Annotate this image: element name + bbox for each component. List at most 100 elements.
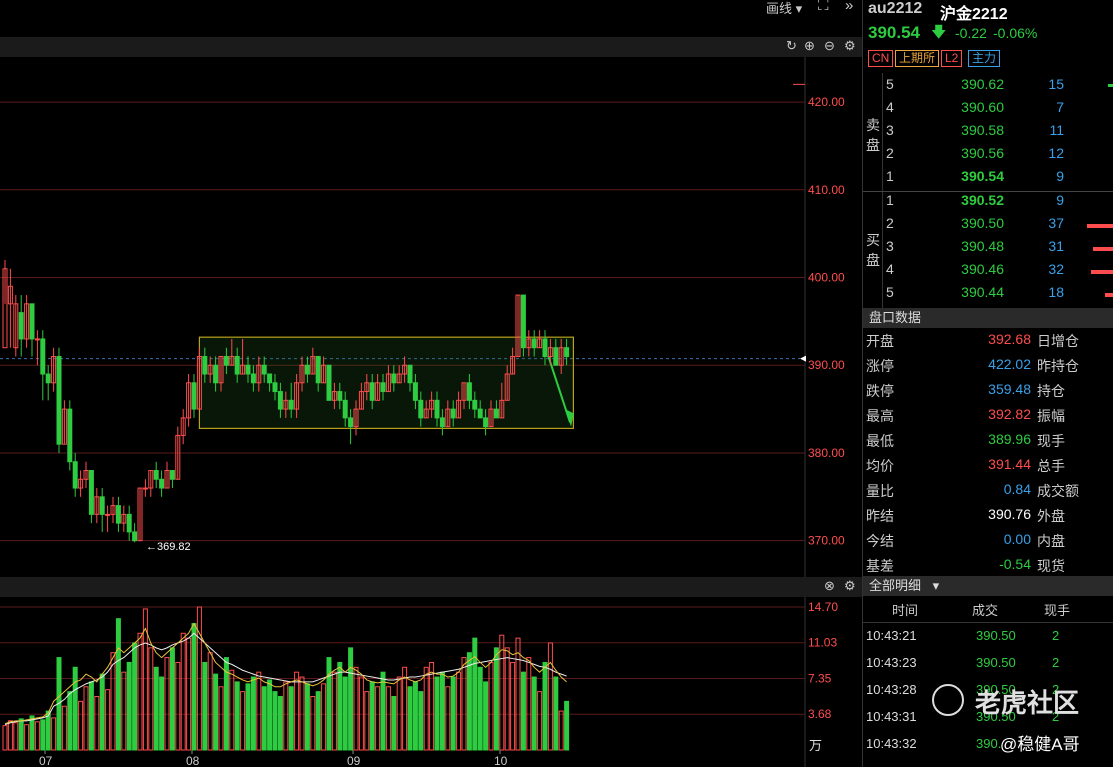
bid-level-row[interactable]: 5 390.44 18: [882, 284, 1113, 307]
more-icon[interactable]: »: [845, 0, 853, 14]
candle-body: [202, 355, 208, 375]
trade-row: 10:43:21 390.50 2: [866, 628, 1113, 655]
price-grid: [0, 57, 806, 577]
price-tick-label: 370.00: [808, 534, 845, 548]
chevron-down-icon: ▾: [932, 578, 940, 593]
volume-bar: [294, 671, 300, 751]
trade-price: 390.50: [976, 655, 1016, 670]
volume-bar: [423, 666, 429, 751]
stat-value: 391.44: [988, 456, 1031, 472]
volume-bar: [99, 673, 105, 751]
contract-code: au2212: [868, 0, 923, 17]
settings-icon[interactable]: ⚙: [844, 38, 856, 54]
zoom-out-icon[interactable]: ⊖: [824, 38, 835, 54]
bid-depth-bar: [1087, 224, 1113, 228]
market-badge: 主力: [968, 50, 1001, 67]
candle-body: [223, 355, 229, 366]
volume-bar: [83, 686, 89, 751]
volume-bar: [337, 661, 343, 751]
close-icon[interactable]: ⊗: [824, 578, 835, 594]
volume-bar: [493, 647, 499, 751]
sell-side-label: 卖盘: [866, 117, 880, 153]
candle-body: [439, 417, 445, 428]
stat-value: 0.84: [1003, 481, 1031, 497]
volume-bar: [24, 724, 30, 751]
price-tick-label: 380.00: [808, 446, 845, 460]
candle-body: [34, 338, 40, 341]
bid-level-row[interactable]: 4 390.46 32: [882, 261, 1113, 284]
stat-value: 0.00: [1003, 531, 1031, 547]
volume-bar: [272, 691, 278, 751]
stat-label-secondary: 持仓: [1037, 383, 1065, 399]
ask-level-row[interactable]: 4 390.60 7: [882, 99, 1113, 122]
volume-bar: [277, 695, 283, 751]
bid-depth-bar: [1093, 247, 1113, 251]
volume-bar: [18, 718, 24, 751]
volume-bar: [234, 681, 240, 751]
volume-bar: [564, 700, 570, 751]
stat-value: 389.96: [988, 431, 1031, 447]
volume-bar: [515, 637, 521, 751]
reset-icon[interactable]: ↻: [786, 38, 797, 54]
candle-body: [40, 338, 46, 375]
stat-label-secondary: 振幅: [1037, 408, 1065, 424]
candle-body: [337, 391, 343, 401]
volume-bar: [153, 666, 159, 751]
market-badge: CN: [868, 50, 894, 67]
volume-bar: [126, 661, 132, 751]
ask-depth-bar: [1108, 84, 1113, 87]
volume-bar: [369, 681, 375, 751]
volume-bar: [445, 686, 451, 751]
volume-bar: [472, 637, 478, 751]
volume-bar: [396, 676, 402, 751]
market-badge: L2: [941, 50, 963, 67]
fullscreen-icon[interactable]: ⛶: [818, 0, 829, 14]
volume-bar: [407, 686, 413, 751]
candle-body: [18, 312, 24, 340]
candle-body: [288, 399, 294, 410]
volume-bar: [331, 671, 337, 751]
volume-bar: [29, 715, 35, 751]
volume-bar: [40, 719, 46, 751]
candle-body: [99, 496, 105, 515]
volume-bar: [94, 695, 100, 751]
ask-level-row[interactable]: 2 390.56 12: [882, 145, 1113, 168]
trades-title: 全部明细: [869, 578, 922, 593]
bid-level-row[interactable]: 2 390.50 37: [882, 215, 1113, 238]
volume-bar: [450, 676, 456, 751]
volume-settings-icon[interactable]: ⚙: [844, 578, 856, 594]
stat-value: -0.54: [999, 556, 1031, 572]
contract-name: 沪金2212: [940, 6, 1008, 23]
ask-level-row[interactable]: 3 390.58 11: [882, 122, 1113, 145]
candlestick-chart[interactable]: 420.00 410.00 400.00 390.00 380.00 370.00: [0, 57, 862, 577]
stat-label-secondary: 成交额: [1037, 483, 1079, 499]
ask-level-row[interactable]: 5 390.62 15: [882, 76, 1113, 99]
level-price: 390.54: [961, 168, 1004, 184]
trade-volume: 2: [1052, 655, 1060, 670]
volume-bar: [466, 652, 472, 751]
candle-body: [520, 294, 526, 349]
candle-body: [105, 513, 111, 516]
candle-body: [88, 470, 94, 515]
stat-label-secondary: 现货: [1037, 558, 1065, 574]
volume-bar: [380, 671, 386, 751]
level-volume: 9: [1056, 168, 1064, 184]
volume-bar: [191, 623, 197, 751]
stat-label-secondary: 昨持仓: [1037, 358, 1079, 374]
zoom-in-icon[interactable]: ⊕: [804, 38, 815, 54]
market-badge: 上期所: [895, 50, 940, 67]
volume-bar: [418, 691, 424, 751]
price-tick-label: 410.00: [808, 183, 845, 197]
candle-body: [153, 470, 159, 480]
volume-chart[interactable]: 14.70 11.03 7.35 3.68 07 08 09 10: [0, 597, 862, 767]
candle-body: [142, 487, 148, 490]
bid-level-row[interactable]: 1 390.52 9: [882, 192, 1113, 215]
volume-bar: [358, 676, 364, 751]
bid-level-row[interactable]: 3 390.48 31: [882, 238, 1113, 261]
trades-header[interactable]: 全部明细 ▾: [863, 576, 1113, 596]
ask-level-row[interactable]: 1 390.54 9: [882, 168, 1113, 191]
level-price: 390.44: [961, 284, 1004, 300]
candle-body: [234, 355, 240, 375]
volume-bar: [110, 652, 116, 751]
draw-tool-button[interactable]: 画线 ▾: [766, 0, 802, 17]
